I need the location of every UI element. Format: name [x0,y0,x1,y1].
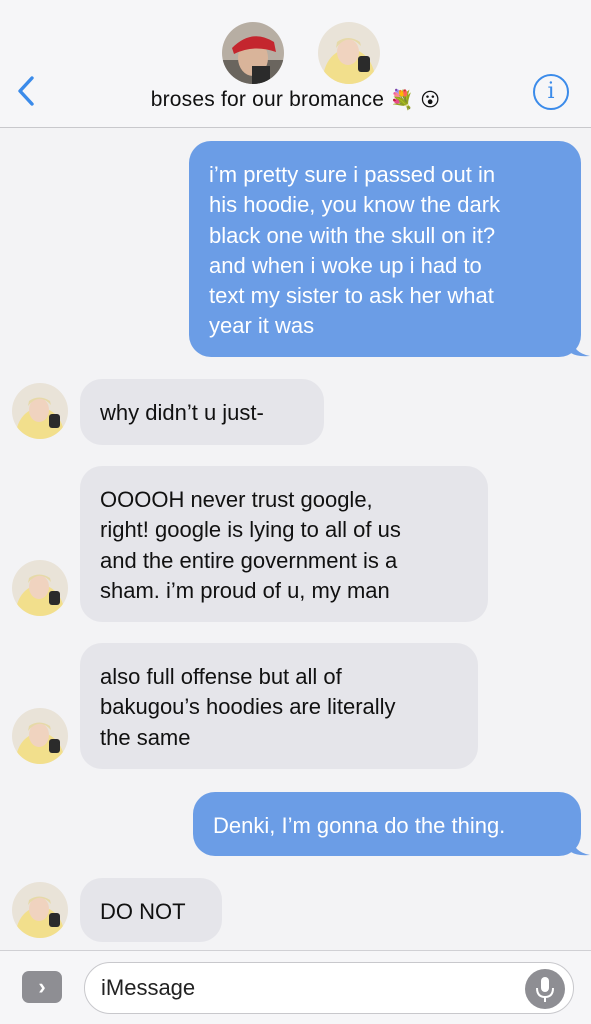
avatar-yellow-hoodie-image [12,560,68,616]
message-line: right! google is lying to all of us [100,517,401,543]
avatar-yellow-hoodie-image [12,882,68,938]
message-line: and the entire government is a [100,547,398,573]
message-bubble-outgoing[interactable]: Denki, I’m gonna do the thing. [193,792,581,856]
conversation-header: broses for our bromance 💐 😮 i [0,0,591,128]
message-line: bakugou’s hoodies are literally [100,694,396,720]
avatar-red-cap[interactable] [222,22,284,84]
message-line: the same [100,724,191,750]
message-line: DO NOT [100,899,186,924]
thread-title-emojis: 💐 😮 [390,89,441,111]
chevron-right-icon: › [38,974,46,999]
microphone-icon [536,977,554,1002]
message-bubble-outgoing[interactable]: i’m pretty sure i passed out in his hood… [189,141,581,357]
message-line: and when i woke up i had to [209,252,482,278]
apps-button[interactable]: › [22,971,62,1003]
message-bubble-incoming[interactable]: OOOOH never trust google, right! google … [80,466,488,622]
avatar-sender[interactable] [12,383,68,439]
avatar-yellow-hoodie-image [318,22,380,84]
info-icon: i [547,79,555,104]
message-line: why didn’t u just- [100,400,264,425]
avatar-yellow-hoodie-image [12,383,68,439]
message-bubble-incoming[interactable]: DO NOT [80,878,222,942]
message-line: OOOOH never trust google, [100,487,373,512]
message-line: text my sister to ask her what [209,283,494,309]
thread-title-text: broses for our bromance [150,88,385,111]
bubble-tail-outgoing [571,337,590,357]
avatar-yellow-hoodie[interactable] [318,22,380,84]
avatar-red-cap-image [222,22,284,84]
avatar-sender[interactable] [12,560,68,616]
avatar-yellow-hoodie-image [12,708,68,764]
message-line: i’m pretty sure i passed out in [209,162,496,187]
message-line: his hoodie, you know the dark [209,192,501,218]
message-input[interactable]: iMessage [84,962,574,1014]
avatar-sender[interactable] [12,882,68,938]
message-line: Denki, I’m gonna do the thing. [213,813,506,838]
composer-bar: › iMessage [0,950,591,1024]
thread-title[interactable]: broses for our bromance 💐 😮 [0,88,591,112]
message-bubble-incoming[interactable]: also full offense but all of bakugou’s h… [80,643,478,769]
bubble-tail-outgoing [571,836,590,856]
message-line: year it was [209,313,315,339]
message-line: black one with the skull on it? [209,222,496,248]
info-button[interactable]: i [533,74,569,110]
avatar-sender[interactable] [12,708,68,764]
message-line: sham. i’m proud of u, my man [100,577,390,603]
message-bubble-incoming[interactable]: why didn’t u just- [80,379,324,445]
message-input-placeholder: iMessage [101,975,196,1000]
message-line: also full offense but all of [100,664,342,689]
dictation-button[interactable] [525,969,565,1009]
